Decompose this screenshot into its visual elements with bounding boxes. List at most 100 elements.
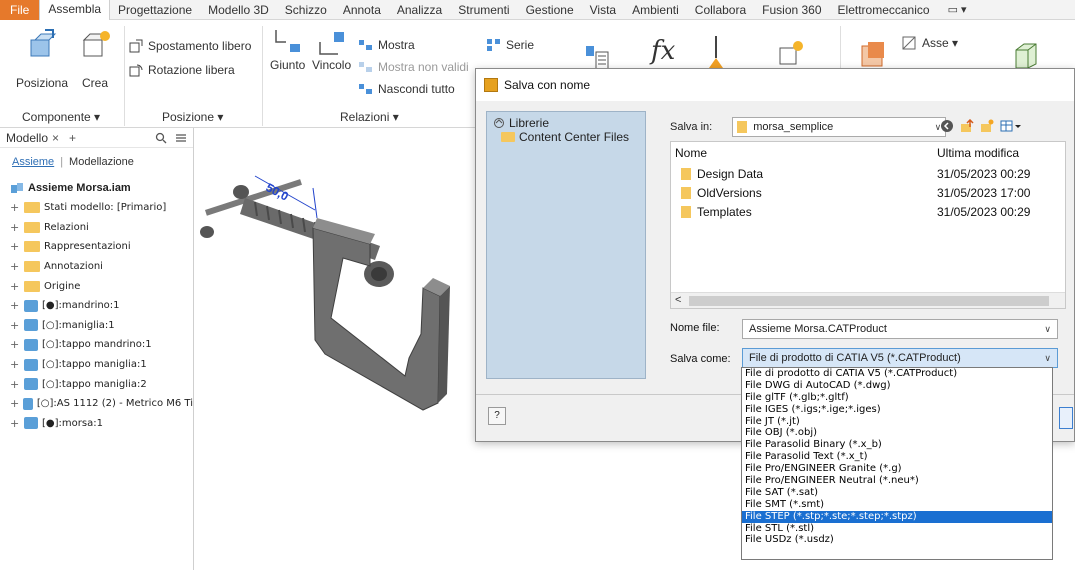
tree-item[interactable]: + Annotazioni [0,257,193,277]
nascondi-tutto-button[interactable]: Nascondi tutto [358,82,455,96]
libraries-item[interactable]: Librerie [493,116,639,130]
new-component-icon[interactable] [776,38,806,68]
file-type-option[interactable]: File JT (*.jt) [742,416,1052,428]
tree-item[interactable]: + [○]:tappo maniglia:1 [0,355,193,375]
giunto-button[interactable]: Giunto [270,28,305,72]
search-icon[interactable] [155,132,167,144]
tab-ambienti[interactable]: Ambienti [624,0,687,20]
content-center-item[interactable]: Content Center Files [493,130,639,144]
spostamento-libero-button[interactable]: Spostamento libero [128,38,251,54]
scrollbar-thumb[interactable] [689,296,1049,306]
add-panel-icon[interactable]: + [69,131,76,145]
rotazione-libera-button[interactable]: Rotazione libera [128,62,235,78]
chevron-down-icon[interactable]: ∨ [1044,324,1051,335]
back-icon[interactable] [940,119,954,133]
up-folder-icon[interactable] [960,119,974,133]
file-type-option[interactable]: File STL (*.stl) [742,523,1052,535]
help-button[interactable]: ? [488,407,506,425]
tab-gestione[interactable]: Gestione [518,0,582,20]
expand-icon[interactable]: + [10,299,20,312]
save-in-dropdown[interactable]: morsa_semplice ∨ [732,117,947,137]
filename-input[interactable]: Assieme Morsa.CATProduct ∨ [742,319,1058,339]
posiziona-button[interactable]: Posiziona [16,28,68,90]
file-type-option[interactable]: File SAT (*.sat) [742,487,1052,499]
expand-icon[interactable]: + [10,397,19,410]
horizontal-scrollbar[interactable]: < [671,292,1065,308]
file-type-option[interactable]: File OBJ (*.obj) [742,427,1052,439]
expand-icon[interactable]: + [10,280,20,293]
column-modified[interactable]: Ultima modifica [937,146,1019,160]
expand-icon[interactable]: + [10,201,20,214]
column-name[interactable]: Nome [675,146,937,160]
tab-modellazione[interactable]: Modellazione [69,156,134,168]
tree-item[interactable]: + [○]:maniglia:1 [0,316,193,336]
tab-fusion-360[interactable]: Fusion 360 [754,0,829,20]
browser-title[interactable]: Modello [6,131,48,145]
expand-icon[interactable]: + [10,240,20,253]
scroll-left-icon[interactable]: < [675,294,681,306]
tab-analizza[interactable]: Analizza [389,0,450,20]
componente-panel-label[interactable]: Componente ▾ [22,110,100,124]
mostra-non-validi-button[interactable]: Mostra non validi [358,60,469,74]
tab-assembla[interactable]: Assembla [39,0,111,20]
file-type-option[interactable]: File DWG di AutoCAD (*.dwg) [742,380,1052,392]
expand-icon[interactable]: + [10,358,20,371]
tab-file[interactable]: File [0,0,40,20]
vincolo-button[interactable]: Vincolo [312,28,351,72]
tree-item[interactable]: + [○]:tappo maniglia:2 [0,374,193,394]
file-type-option[interactable]: File STEP (*.stp;*.ste;*.step;*.stpz) [742,510,1052,523]
dialog-titlebar[interactable]: Salva con nome [476,69,1074,101]
expand-icon[interactable]: + [10,260,20,273]
tab-collabora[interactable]: Collabora [687,0,754,20]
file-type-option[interactable]: File Pro/ENGINEER Granite (*.g) [742,463,1052,475]
file-type-option[interactable]: File Parasolid Binary (*.x_b) [742,439,1052,451]
file-type-option[interactable]: File IGES (*.igs;*.ige;*.iges) [742,404,1052,416]
save-button[interactable] [1059,407,1073,429]
shrinkwrap-icon[interactable] [1012,40,1040,70]
ribbon-options-icon[interactable]: ▭ ▾ [948,3,967,16]
tree-item[interactable]: + Stati modello: [Primario] [0,198,193,218]
tree-item[interactable]: + Relazioni [0,218,193,238]
file-type-option[interactable]: File SMT (*.smt) [742,499,1052,511]
file-type-option[interactable]: File Parasolid Text (*.x_t) [742,451,1052,463]
tab-schizzo[interactable]: Schizzo [277,0,335,20]
file-row[interactable]: OldVersions 31/05/2023 17:00 [671,183,1065,202]
file-type-option[interactable]: File Pro/ENGINEER Neutral (*.neu*) [742,475,1052,487]
expand-icon[interactable]: + [10,338,20,351]
tree-item[interactable]: + [○]:tappo mandrino:1 [0,335,193,355]
file-type-option[interactable]: File glTF (*.glb;*.gltf) [742,392,1052,404]
tab-elettromeccanico[interactable]: Elettromeccanico [830,0,938,20]
chevron-down-icon[interactable]: ∨ [1044,353,1051,364]
tab-progettazione[interactable]: Progettazione [110,0,200,20]
tree-root[interactable]: Assieme Morsa.iam [0,178,193,198]
cleanup-broom-icon[interactable] [706,34,726,72]
tree-item[interactable]: + Origine [0,276,193,296]
tab-annota[interactable]: Annota [335,0,389,20]
tab-strumenti[interactable]: Strumenti [450,0,517,20]
tree-item[interactable]: + [●]:morsa:1 [0,414,193,434]
posizione-panel-label[interactable]: Posizione ▾ [162,110,223,124]
view-menu-icon[interactable] [1000,119,1022,133]
tree-item[interactable]: + Rappresentazioni [0,237,193,257]
expand-icon[interactable]: + [10,378,20,391]
work-plane-icon[interactable] [860,40,888,68]
tree-item[interactable]: + [○]:AS 1112 (2) - Metrico M6 Ti [0,394,193,414]
parameters-fx-icon[interactable]: fx [651,36,675,66]
saveas-dropdown[interactable]: File di prodotto di CATIA V5 (*.CATProdu… [742,348,1058,368]
expand-icon[interactable]: + [10,417,20,430]
mostra-button[interactable]: Mostra [358,38,415,52]
file-row[interactable]: Design Data 31/05/2023 00:29 [671,164,1065,183]
tab-modello-3d[interactable]: Modello 3D [200,0,277,20]
file-type-option[interactable]: File USDz (*.usdz) [742,534,1052,546]
new-folder-icon[interactable] [980,119,994,133]
asse-button[interactable]: Asse ▾ [902,36,958,50]
relazioni-panel-label[interactable]: Relazioni ▾ [340,110,399,124]
tab-vista[interactable]: Vista [582,0,624,20]
tab-assieme[interactable]: Assieme [12,156,54,168]
file-type-option[interactable]: File di prodotto di CATIA V5 (*.CATProdu… [742,368,1052,380]
crea-button[interactable]: Crea [78,28,112,90]
tree-item[interactable]: + [●]:mandrino:1 [0,296,193,316]
menu-icon[interactable] [175,132,187,144]
serie-button[interactable]: Serie [486,38,534,52]
close-icon[interactable]: × [52,131,59,145]
